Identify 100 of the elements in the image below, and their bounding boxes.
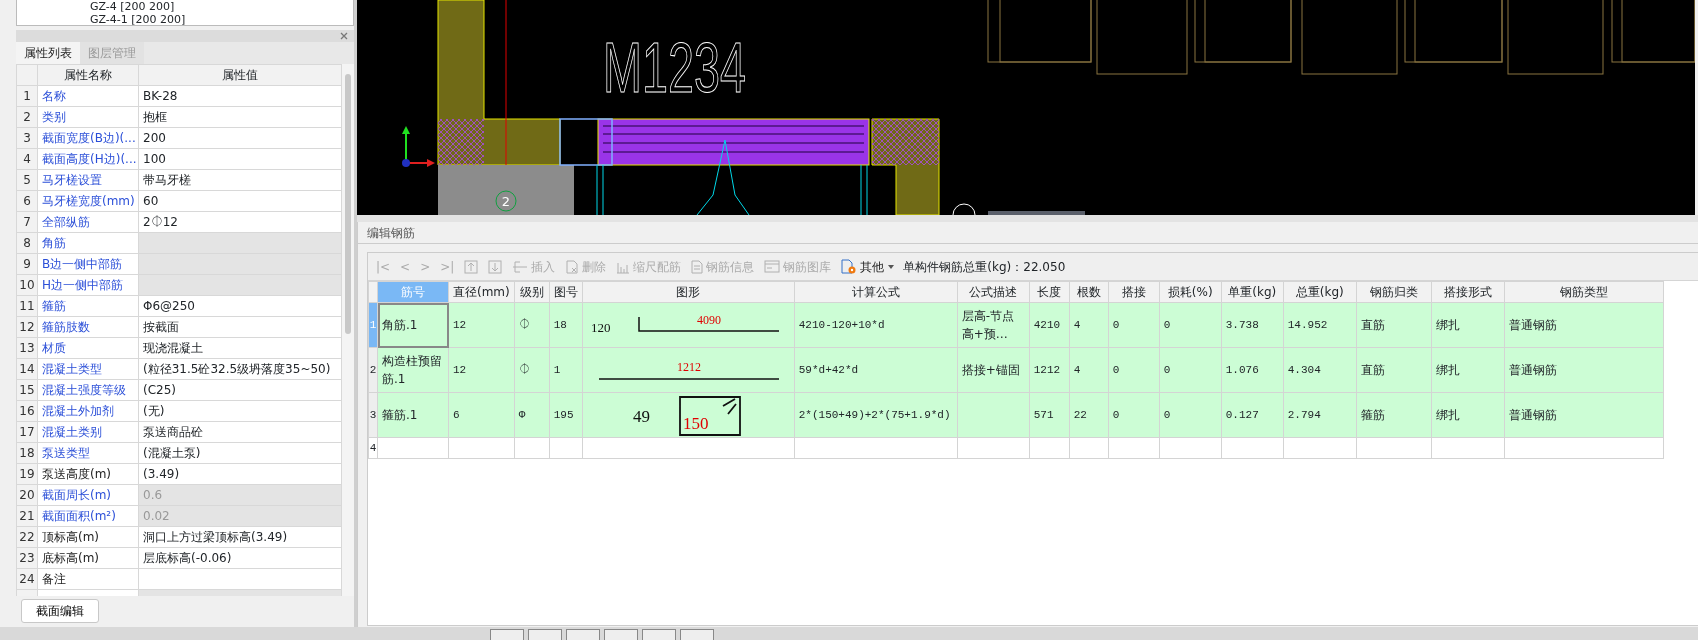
property-value[interactable]: (粒径31.5砼32.5级坍落度35~50) [138, 358, 342, 380]
property-name: 截面宽度(B边)(... [37, 127, 139, 149]
delete-page-icon [565, 259, 580, 274]
status-button[interactable] [642, 629, 676, 640]
column-header[interactable]: 级别 [514, 281, 550, 303]
table-cell: 4210 [1029, 302, 1070, 348]
rebar-shape-drawing: 49 150 [583, 394, 787, 436]
row-number: 14 [16, 358, 38, 380]
property-value[interactable]: 泵送商品砼 [138, 421, 342, 443]
table-cell: 12 [448, 347, 515, 393]
caret-icon [887, 262, 896, 271]
row-number: 9 [16, 253, 38, 275]
row-number: 16 [16, 400, 38, 422]
column-header[interactable]: 搭接形式 [1431, 281, 1505, 303]
property-name: 角筋 [37, 232, 139, 254]
status-button[interactable] [680, 629, 714, 640]
column-header[interactable]: 直径(mm) [448, 281, 515, 303]
column-header[interactable]: 公式描述 [957, 281, 1030, 303]
table-cell: 12 [448, 302, 515, 348]
table-cell: 0 [1159, 392, 1222, 438]
property-name: 马牙槎宽度(mm) [37, 190, 139, 212]
row-number: 20 [16, 484, 38, 506]
column-header[interactable]: 计算公式 [794, 281, 958, 303]
table-cell: 绑扎 [1431, 302, 1505, 348]
property-name: 截面高度(H边)(... [37, 148, 139, 170]
column-header[interactable]: 图形 [582, 281, 795, 303]
column-header[interactable]: 长度 [1029, 281, 1070, 303]
tree-item[interactable]: GZ-4-1 [200 200] [90, 13, 186, 25]
table-cell: 直筋 [1356, 302, 1432, 348]
status-button[interactable] [604, 629, 638, 640]
property-name: 顶标高(m) [37, 526, 139, 548]
table-cell: 3.738 [1221, 302, 1284, 348]
table-cell: 22 [1069, 392, 1109, 438]
column-header[interactable]: 单重(kg) [1221, 281, 1284, 303]
splitter-handle[interactable] [988, 211, 1085, 215]
property-value[interactable]: 带马牙槎 [138, 169, 342, 191]
property-name: 马牙槎设置 [37, 169, 139, 191]
property-value[interactable]: 层底标高(-0.06) [138, 547, 342, 569]
property-name: 混凝土类型 [37, 358, 139, 380]
property-value[interactable]: (C25) [138, 379, 342, 401]
status-button[interactable] [490, 629, 524, 640]
table-cell: 1212 [1029, 347, 1070, 393]
axis-bubble: 2 [495, 190, 517, 212]
column-header[interactable]: 损耗(%) [1159, 281, 1222, 303]
splitter-bar[interactable] [357, 215, 1698, 222]
row-number[interactable]: 4 [368, 437, 378, 459]
property-name: 名称 [37, 85, 139, 107]
property-value[interactable]: Φ6@250 [138, 295, 342, 317]
property-name: 混凝土强度等级 [37, 379, 139, 401]
arrow-down-icon [488, 259, 503, 274]
scrollbar-thumb[interactable] [345, 74, 351, 334]
table-cell: 6 [448, 392, 515, 438]
close-icon[interactable] [340, 32, 348, 40]
status-button[interactable] [566, 629, 600, 640]
row-number[interactable]: 2 [368, 347, 378, 393]
property-name: 箍筋肢数 [37, 316, 139, 338]
row-number[interactable]: 3 [368, 392, 378, 438]
toolbar-button[interactable]: 其他 [839, 257, 898, 276]
row-number: 4 [16, 148, 38, 170]
property-value[interactable]: (无) [138, 400, 342, 422]
property-value[interactable]: 洞口上方过梁顶标高(3.49) [138, 526, 342, 548]
document-gear-icon [841, 258, 858, 275]
property-name: 底标高(m) [37, 547, 139, 569]
table-cell: 4210-120+10*d [794, 302, 958, 348]
table-cell: 0.127 [1221, 392, 1284, 438]
table-cell: ⏀ [514, 347, 550, 393]
table-cell: 箍筋 [1356, 392, 1432, 438]
section-edit-button[interactable]: 截面编辑 [21, 599, 99, 623]
panel-tab[interactable]: 属性列表 [16, 42, 80, 64]
column-header[interactable]: 钢筋归类 [1356, 281, 1432, 303]
tree-item[interactable]: GZ-4 [200 200] [90, 0, 175, 13]
column-header[interactable]: 搭接 [1108, 281, 1160, 303]
property-value[interactable]: 按截面 [138, 316, 342, 338]
property-value[interactable]: 60 [138, 190, 342, 212]
property-value[interactable]: 抱框 [138, 106, 342, 128]
coordinate-axes-icon [402, 126, 435, 167]
table-cell: 普通钢筋 [1504, 347, 1664, 393]
column-header[interactable]: 总重(kg) [1283, 281, 1357, 303]
status-button[interactable] [528, 629, 562, 640]
row-number: 6 [16, 190, 38, 212]
column-header[interactable]: 图号 [549, 281, 583, 303]
property-value[interactable]: 200 [138, 127, 342, 149]
property-value[interactable]: (3.49) [138, 463, 342, 485]
row-number: 17 [16, 421, 38, 443]
property-value[interactable]: 2⏀12 [138, 211, 342, 233]
property-value[interactable]: (混凝土泵) [138, 442, 342, 464]
property-value[interactable] [138, 568, 342, 590]
table-cell: 构造柱预留筋.1 [377, 347, 449, 393]
column-header[interactable]: 根数 [1069, 281, 1109, 303]
property-value[interactable]: 100 [138, 148, 342, 170]
property-name: 混凝土外加剂 [37, 400, 139, 422]
property-value[interactable]: 现浇混凝土 [138, 337, 342, 359]
row-number: 3 [16, 127, 38, 149]
column-header[interactable]: 钢筋类型 [1504, 281, 1664, 303]
table-cell: 普通钢筋 [1504, 392, 1664, 438]
rebar-shape-drawing: 1212 [583, 349, 787, 391]
table-cell: 0 [1108, 392, 1160, 438]
property-value[interactable]: BK-28 [138, 85, 342, 107]
property-name: 备注 [37, 568, 139, 590]
table-cell: ⏀ [514, 302, 550, 348]
